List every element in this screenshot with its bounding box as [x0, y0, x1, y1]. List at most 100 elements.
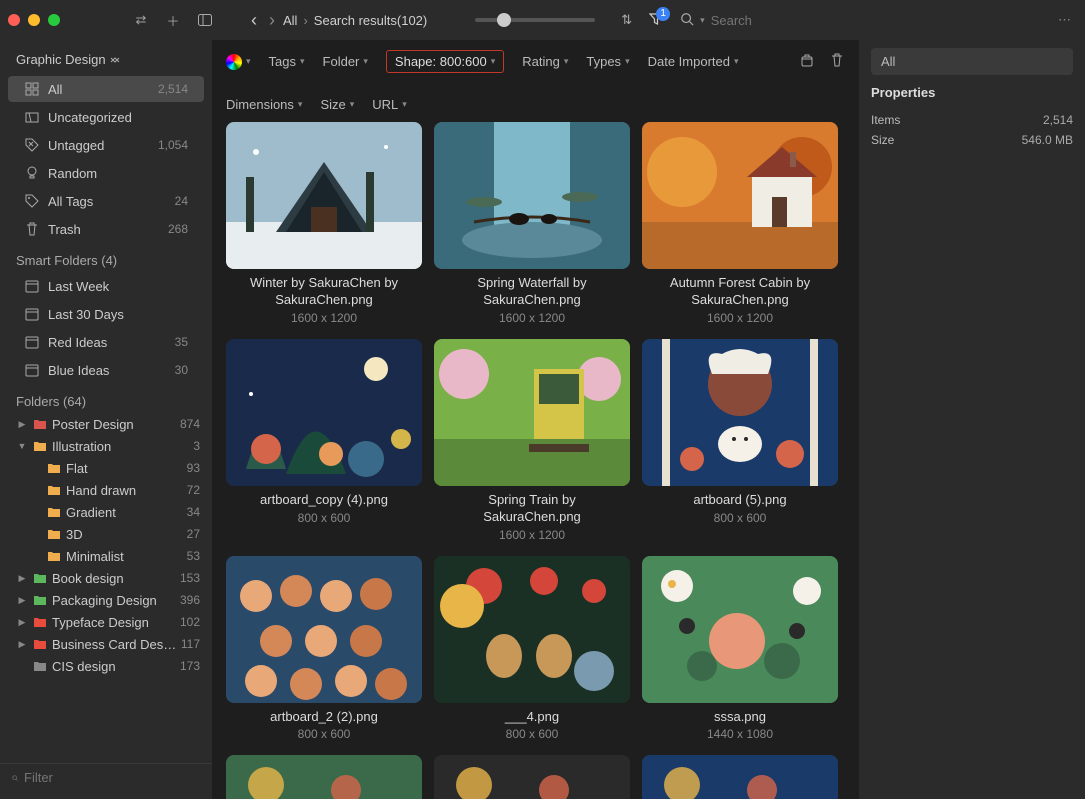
thumbnail-card[interactable]: Spring Train by SakuraChen.png1600 x 120…	[434, 339, 630, 542]
sidebar-item-untagged[interactable]: Untagged1,054	[8, 132, 204, 158]
folder-book-design[interactable]: ▶Book design153	[0, 567, 212, 589]
subfolder-minimalist[interactable]: Minimalist53	[0, 545, 212, 567]
thumbnail-image	[226, 556, 422, 703]
folder-packaging-design[interactable]: ▶Packaging Design396	[0, 589, 212, 611]
color-filter[interactable]: ▾	[226, 54, 251, 70]
thumbnail-card[interactable]: ___4.png800 x 600	[434, 556, 630, 742]
thumbnail-card[interactable]	[226, 755, 422, 799]
disclosure-icon[interactable]: ▶	[16, 617, 28, 628]
sidebar-item-label: Red Ideas	[48, 335, 167, 350]
swap-icon[interactable]: ⇄	[133, 12, 149, 28]
basket-icon[interactable]	[799, 52, 815, 71]
tag-icon	[24, 193, 40, 209]
folder-label: Packaging Design	[52, 593, 176, 608]
library-dropdown[interactable]: Graphic Design	[0, 48, 212, 75]
folder-cis-design[interactable]: CIS design173	[0, 655, 212, 677]
more-icon[interactable]: ⋯	[1058, 12, 1071, 28]
folder-count: 874	[180, 417, 204, 431]
filter-button[interactable]: 1	[648, 11, 664, 30]
size-filter[interactable]: Size▾	[320, 97, 354, 112]
trash-icon[interactable]	[829, 52, 845, 71]
sidebar-item-label: All Tags	[48, 194, 167, 209]
smart-folder-red-ideas[interactable]: Red Ideas35	[8, 329, 204, 355]
disclosure-icon[interactable]: ▶	[16, 419, 28, 430]
disclosure-icon[interactable]: ▶	[16, 595, 28, 606]
nav-forward-icon[interactable]: ›	[269, 10, 275, 31]
disclosure-icon[interactable]: ▶	[16, 639, 28, 650]
properties-scope[interactable]: All	[871, 48, 1073, 75]
thumbnail-name: ___4.png	[505, 709, 559, 726]
thumbnail-name: Spring Train by SakuraChen.png	[439, 492, 625, 526]
sidebar-item-label: Trash	[48, 222, 160, 237]
breadcrumb-root[interactable]: All	[283, 13, 297, 28]
folder-label: Book design	[52, 571, 176, 586]
panel-toggle-icon[interactable]	[197, 12, 213, 28]
smart-folder-last-30-days[interactable]: Last 30 Days	[8, 301, 204, 327]
subfolder-gradient[interactable]: Gradient34	[0, 501, 212, 523]
folder-count: 27	[187, 527, 204, 541]
sort-icon[interactable]: ⇅	[621, 12, 632, 28]
subfolder-3d[interactable]: 3D 27	[0, 523, 212, 545]
sidebar-item-label: Random	[48, 166, 180, 181]
dimensions-filter[interactable]: Dimensions▾	[226, 97, 302, 112]
sidebar-filter[interactable]	[0, 763, 212, 791]
thumbnail-card[interactable]: Spring Waterfall by SakuraChen.png1600 x…	[434, 122, 630, 325]
smart-folder-blue-ideas[interactable]: Blue Ideas30	[8, 357, 204, 383]
close-window-icon[interactable]	[8, 14, 20, 26]
sidebar-item-count: 2,514	[158, 82, 188, 96]
types-filter[interactable]: Types▾	[586, 54, 629, 69]
folder-filter[interactable]: Folder▾	[323, 54, 368, 69]
subfolder-hand-drawn[interactable]: Hand drawn72	[0, 479, 212, 501]
sidebar-item-count: 268	[168, 222, 188, 236]
sidebar-item-trash[interactable]: Trash 268	[8, 216, 204, 242]
folder-typeface-design[interactable]: ▶Typeface Design102	[0, 611, 212, 633]
zoom-slider[interactable]	[475, 18, 595, 22]
property-row: Items2,514	[871, 110, 1073, 130]
subfolder-flat[interactable]: Flat93	[0, 457, 212, 479]
folder-count: 102	[180, 615, 204, 629]
disclosure-icon[interactable]: ▶	[16, 573, 28, 584]
thumbnail-dimensions: 800 x 600	[298, 727, 351, 741]
folder-icon	[32, 658, 48, 674]
thumbnail-card[interactable]: artboard (5).png800 x 600	[642, 339, 838, 542]
thumbnail-dimensions: 1600 x 1200	[499, 311, 565, 325]
maximize-window-icon[interactable]	[48, 14, 60, 26]
rating-filter[interactable]: Rating▾	[522, 54, 568, 69]
thumbnail-image	[226, 339, 422, 486]
folder-business-card-des-[interactable]: ▶Business Card Des…117	[0, 633, 212, 655]
folder-illustration[interactable]: ▼Illustration3	[0, 435, 212, 457]
sidebar-filter-input[interactable]	[24, 770, 200, 785]
shape-filter[interactable]: Shape: 800:600▾	[386, 50, 504, 73]
add-icon[interactable]: ＋	[165, 12, 181, 28]
sidebar-item-label: Blue Ideas	[48, 363, 167, 378]
sidebar-item-all[interactable]: All2,514	[8, 76, 204, 102]
calendar-icon	[24, 362, 40, 378]
sidebar-item-count: 24	[175, 194, 188, 208]
thumbnail-image	[226, 755, 422, 799]
minimize-window-icon[interactable]	[28, 14, 40, 26]
date-filter[interactable]: Date Imported▾	[648, 54, 739, 69]
sidebar-item-uncategorized[interactable]: Uncategorized	[8, 104, 204, 130]
color-wheel-icon	[226, 54, 242, 70]
thumbnail-card[interactable]: Winter by SakuraChen by SakuraChen.png16…	[226, 122, 422, 325]
search-input[interactable]	[711, 13, 1044, 28]
thumbnail-card[interactable]	[642, 755, 838, 799]
sidebar-item-random[interactable]: Random	[8, 160, 204, 186]
url-filter[interactable]: URL▾	[372, 97, 407, 112]
folder-label: 3D	[66, 527, 183, 542]
folder-icon	[46, 548, 62, 564]
tags-filter[interactable]: Tags▾	[269, 54, 305, 69]
folder-label: Gradient	[66, 505, 183, 520]
smart-folder-last-week[interactable]: Last Week	[8, 273, 204, 299]
folder-poster-design[interactable]: ▶Poster Design874	[0, 413, 212, 435]
sidebar-item-all-tags[interactable]: All Tags 24	[8, 188, 204, 214]
disclosure-icon[interactable]: ▼	[16, 441, 28, 451]
thumbnail-card[interactable]: artboard_copy (4).png800 x 600	[226, 339, 422, 542]
thumbnail-card[interactable]: sssa.png1440 x 1080	[642, 556, 838, 742]
chevron-down-icon[interactable]: ▾	[700, 15, 705, 26]
thumbnail-image	[642, 339, 838, 486]
thumbnail-card[interactable]	[434, 755, 630, 799]
thumbnail-card[interactable]: Autumn Forest Cabin by SakuraChen.png160…	[642, 122, 838, 325]
nav-back-icon[interactable]: ‹	[251, 10, 257, 31]
thumbnail-card[interactable]: artboard_2 (2).png800 x 600	[226, 556, 422, 742]
